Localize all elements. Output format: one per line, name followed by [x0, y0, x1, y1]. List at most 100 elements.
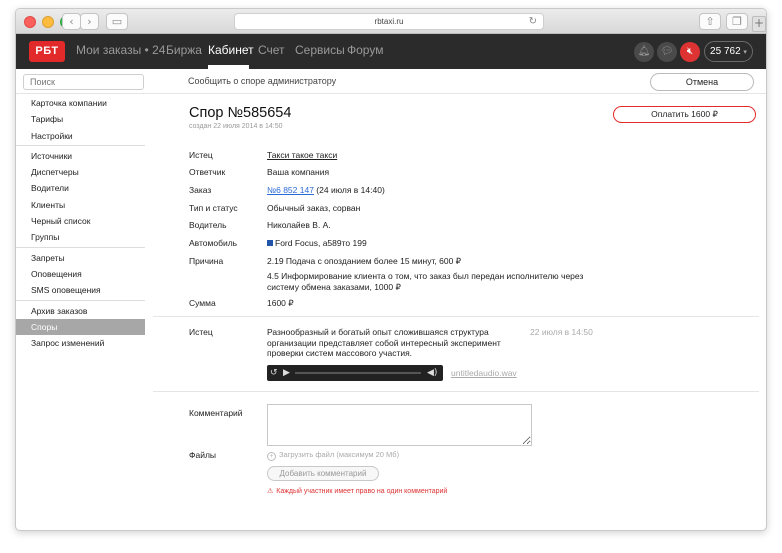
browser-window: ‹ › ▭ rbtaxi.ru ↻ ⇧ ❐ РБТ Мои заказы • 2…: [15, 8, 767, 531]
sidebar: Карточка компании Тарифы Настройки Источник…: [16, 95, 145, 351]
sidebar-item[interactable]: Настройки: [16, 128, 145, 144]
sub-header: Сообщить о споре администратору Отмена: [16, 69, 766, 94]
sidebar-item[interactable]: Источники: [16, 148, 145, 164]
back-button[interactable]: ‹: [62, 13, 81, 30]
chevron-down-icon: ▾: [743, 49, 747, 56]
car-text: Ford Focus, а589то 199: [275, 238, 367, 248]
reason-2: 4.5 Информирование клиента о том, что за…: [267, 271, 584, 292]
plus-circle-icon: +: [267, 452, 276, 461]
search-input[interactable]: [23, 74, 144, 90]
browser-titlebar: ‹ › ▭ rbtaxi.ru ↻ ⇧ ❐: [16, 9, 766, 34]
share-icon: ⇧: [705, 15, 715, 28]
plus-icon: +: [753, 16, 765, 30]
audio-file-link[interactable]: untitledaudio.wav: [451, 368, 517, 379]
top-navigation: РБТ Мои заказы • 24 Биржа Кабинет Счет С…: [16, 34, 766, 69]
divider: [153, 391, 759, 392]
type-value: Обычный заказ, сорван: [267, 203, 361, 213]
upload-text: Загрузить файл (максимум 20 Мб): [279, 450, 400, 459]
sidebar-item[interactable]: Клиенты: [16, 197, 145, 213]
page-title: Спор №585654: [189, 105, 292, 121]
sidebar-divider: [16, 145, 145, 147]
nav-services[interactable]: Сервисы: [295, 43, 345, 57]
minimize-window-button[interactable]: [42, 16, 54, 28]
defendant-value: Ваша компания: [267, 167, 330, 177]
order-link[interactable]: №6 852 147: [267, 185, 314, 195]
share-button[interactable]: ⇧: [699, 13, 721, 30]
comment-textarea[interactable]: [267, 404, 532, 446]
nav-exchange[interactable]: Биржа: [166, 43, 202, 57]
reason-label: Причина: [189, 256, 224, 266]
warning-text: Каждый участник имеет право на один комм…: [276, 488, 448, 495]
comment-label: Комментарий: [189, 408, 243, 418]
balance-dropdown[interactable]: 25 762 ▾: [704, 41, 753, 62]
new-tab-button[interactable]: +: [752, 16, 766, 32]
driver-value: Николайев В. А.: [267, 220, 331, 230]
cancel-button[interactable]: Отмена: [650, 73, 754, 91]
files-label: Файлы: [189, 450, 217, 460]
car-label: Автомобиль: [189, 238, 238, 248]
page-subtitle: Сообщить о споре администратору: [188, 76, 337, 86]
sum-value: 1600 ₽: [267, 298, 294, 308]
upload-file-link[interactable]: + Загрузить файл (максимум 20 Мб): [267, 450, 399, 461]
volume-icon[interactable]: ◀): [427, 367, 437, 379]
sidebar-icon: ▭: [111, 15, 123, 28]
balance-value: 25 762: [710, 46, 741, 57]
message-author: Истец: [189, 327, 213, 337]
order-value: №6 852 147 (24 июля в 14:40): [267, 185, 385, 196]
order-label: Заказ: [189, 185, 212, 195]
nav-cabinet[interactable]: Кабинет: [208, 43, 254, 57]
car-color-swatch: [267, 240, 273, 246]
message-time: 22 июля в 14:50: [530, 327, 593, 337]
url-text: rbtaxi.ru: [374, 17, 404, 26]
nav-my-orders[interactable]: Мои заказы • 24: [76, 43, 165, 57]
sidebar-item[interactable]: Запреты: [16, 250, 145, 266]
chevron-left-icon: ‹: [69, 15, 74, 28]
sidebar-divider: [16, 247, 145, 249]
sidebar-item[interactable]: Запрос изменений: [16, 335, 145, 351]
sidebar-item[interactable]: Споры: [16, 318, 145, 336]
chevron-right-icon: ›: [87, 15, 92, 28]
logo[interactable]: РБТ: [29, 41, 65, 62]
defendant-label: Ответчик: [189, 167, 226, 177]
sidebar-item[interactable]: Оповещения: [16, 266, 145, 282]
close-window-button[interactable]: [24, 16, 36, 28]
replay-icon[interactable]: ↺: [270, 367, 278, 379]
play-icon[interactable]: ▶: [283, 367, 290, 379]
pay-button[interactable]: Оплатить 1600 ₽: [613, 106, 756, 123]
message-text: Разнообразный и богатый опыт сложившаяся…: [267, 327, 501, 358]
sidebar-item[interactable]: Диспетчеры: [16, 164, 145, 180]
nav-forum[interactable]: Форум: [347, 43, 383, 57]
type-label: Тип и статус: [189, 203, 238, 213]
divider: [153, 316, 759, 317]
plaintiff-label: Истец: [189, 150, 213, 160]
plaintiff-link[interactable]: Такси такое такси: [267, 150, 337, 161]
forward-button[interactable]: ›: [80, 13, 99, 30]
tabs-icon: ❐: [732, 15, 742, 28]
sidebar-item[interactable]: Черный список: [16, 213, 145, 229]
nav-account[interactable]: Счет: [258, 43, 285, 57]
car-value: Ford Focus, а589то 199: [267, 238, 367, 249]
address-bar[interactable]: rbtaxi.ru ↻: [234, 13, 544, 30]
sidebar-item[interactable]: Карточка компании: [16, 95, 145, 111]
chat-icon[interactable]: 💬︎: [657, 42, 677, 62]
tabs-button[interactable]: ❐: [726, 13, 748, 30]
add-comment-button[interactable]: Добавить комментарий: [267, 466, 379, 481]
sidebar-item[interactable]: Группы: [16, 229, 145, 245]
reload-icon[interactable]: ↻: [529, 14, 537, 29]
sidebar-item[interactable]: Водители: [16, 180, 145, 196]
warning-message: ⚠ Каждый участник имеет право на один ком…: [267, 487, 447, 495]
audio-progress-bar[interactable]: [295, 372, 421, 374]
order-date: (24 июля в 14:40): [313, 185, 385, 195]
sum-label: Сумма: [189, 298, 216, 308]
created-date: создан 22 июля 2014 в 14:50: [189, 123, 283, 130]
mute-icon[interactable]: 🔇︎: [680, 42, 700, 62]
sidebar-item[interactable]: Архив заказов: [16, 303, 145, 319]
driver-label: Водитель: [189, 220, 227, 230]
show-sidebar-button[interactable]: ▭: [106, 13, 128, 30]
audio-player[interactable]: ↺ ▶ ◀): [267, 365, 443, 381]
bell-icon[interactable]: 🔔︎: [634, 42, 654, 62]
sidebar-item[interactable]: SMS оповещения: [16, 282, 145, 298]
reason-1: 2.19 Подача с опозданием более 15 минут,…: [267, 256, 462, 266]
warning-icon: ⚠: [267, 487, 274, 495]
sidebar-item[interactable]: Тарифы: [16, 111, 145, 127]
